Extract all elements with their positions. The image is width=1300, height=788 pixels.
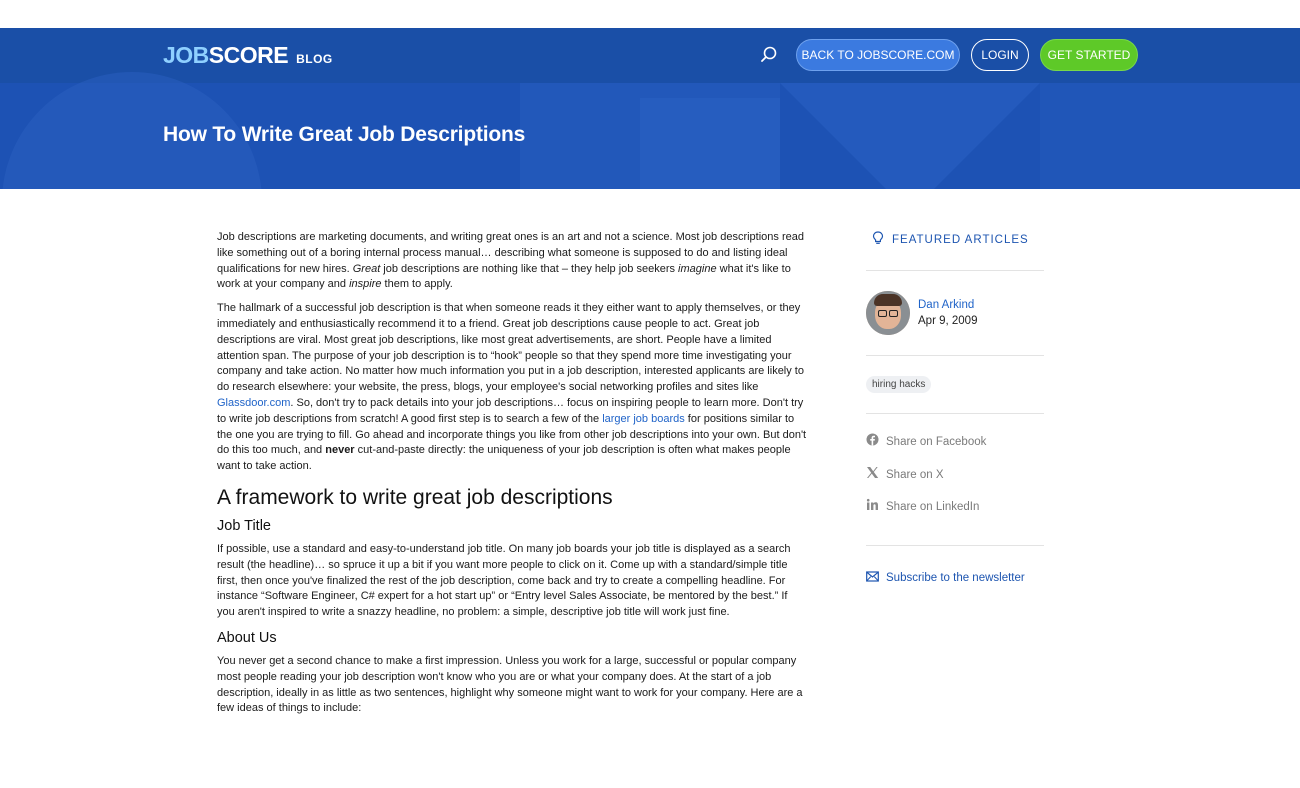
glassdoor-link[interactable]: Glassdoor.com bbox=[217, 397, 290, 409]
about-us-paragraph: You never get a second chance to make a … bbox=[217, 654, 803, 715]
job-title-paragraph: If possible, use a standard and easy-to-… bbox=[217, 542, 791, 619]
publish-date: Apr 9, 2009 bbox=[918, 315, 978, 327]
featured-articles-label: FEATURED ARTICLES bbox=[892, 234, 1029, 246]
share-links: Share on Facebook Share on X Share on Li… bbox=[866, 414, 1044, 545]
hero-header: JOB SCORE BLOG BACK TO JOBSCORE.COM LOGIN… bbox=[0, 28, 1300, 189]
author-name-link[interactable]: Dan Arkind bbox=[918, 299, 977, 311]
jobscore-blog-logo[interactable]: JOB SCORE BLOG bbox=[163, 42, 333, 69]
share-x-label: Share on X bbox=[886, 468, 944, 481]
top-strip bbox=[0, 0, 1300, 28]
framework-heading: A framework to write great job descripti… bbox=[217, 485, 613, 509]
decor-block bbox=[1040, 83, 1300, 189]
linkedin-icon bbox=[866, 498, 879, 516]
share-x-link[interactable]: Share on X bbox=[866, 465, 1044, 485]
job-title-heading: Job Title bbox=[217, 517, 271, 534]
x-icon bbox=[866, 466, 879, 484]
get-started-button[interactable]: GET STARTED bbox=[1040, 39, 1138, 71]
larger-job-boards-link[interactable]: larger job boards bbox=[602, 413, 685, 425]
emphasis-inspire: inspire bbox=[349, 278, 382, 291]
search-icon[interactable] bbox=[758, 44, 780, 66]
tag-list: hiring hacks bbox=[866, 356, 1044, 413]
subscribe-newsletter-link[interactable]: Subscribe to the newsletter bbox=[866, 568, 1044, 588]
emphasis-imagine: imagine bbox=[678, 262, 717, 275]
logo-job: JOB bbox=[163, 42, 209, 68]
logo-blog: BLOG bbox=[296, 52, 333, 66]
divider bbox=[866, 545, 1044, 546]
intro-paragraph: Job descriptions are marketing documents… bbox=[217, 230, 807, 293]
share-facebook-link[interactable]: Share on Facebook bbox=[866, 432, 1044, 452]
about-us-heading: About Us bbox=[217, 629, 277, 646]
avatar[interactable] bbox=[866, 291, 910, 335]
article-body: Job descriptions are marketing documents… bbox=[217, 230, 807, 725]
decor-triangle bbox=[780, 83, 1040, 189]
hallmark-paragraph: The hallmark of a successful job descrip… bbox=[217, 301, 807, 475]
envelope-icon bbox=[866, 569, 879, 587]
decor-block bbox=[640, 98, 780, 189]
text-run: The hallmark of a successful job descrip… bbox=[217, 302, 804, 394]
emphasis-great: Great bbox=[352, 262, 381, 275]
sidebar: FEATURED ARTICLES Dan Arkind Apr 9, 2009… bbox=[866, 230, 1044, 588]
facebook-icon bbox=[866, 433, 879, 451]
lightbulb-icon bbox=[872, 230, 884, 250]
share-linkedin-label: Share on LinkedIn bbox=[886, 501, 980, 513]
login-button[interactable]: LOGIN bbox=[971, 39, 1029, 71]
emphasis-never: never bbox=[325, 444, 355, 457]
author-card: Dan Arkind Apr 9, 2009 bbox=[866, 271, 1044, 355]
text-run: them to apply. bbox=[381, 278, 453, 291]
share-facebook-label: Share on Facebook bbox=[886, 436, 987, 448]
back-to-jobscore-button[interactable]: BACK TO JOBSCORE.COM bbox=[796, 39, 960, 71]
logo-score: SCORE bbox=[208, 42, 289, 68]
page-title: How To Write Great Job Descriptions bbox=[163, 123, 526, 146]
text-run: job descriptions are nothing like that –… bbox=[380, 262, 679, 275]
subscribe-label: Subscribe to the newsletter bbox=[886, 572, 1025, 584]
share-linkedin-link[interactable]: Share on LinkedIn bbox=[866, 497, 1044, 517]
tag-hiring-hacks[interactable]: hiring hacks bbox=[866, 376, 932, 393]
featured-articles-heading: FEATURED ARTICLES bbox=[866, 230, 1044, 250]
